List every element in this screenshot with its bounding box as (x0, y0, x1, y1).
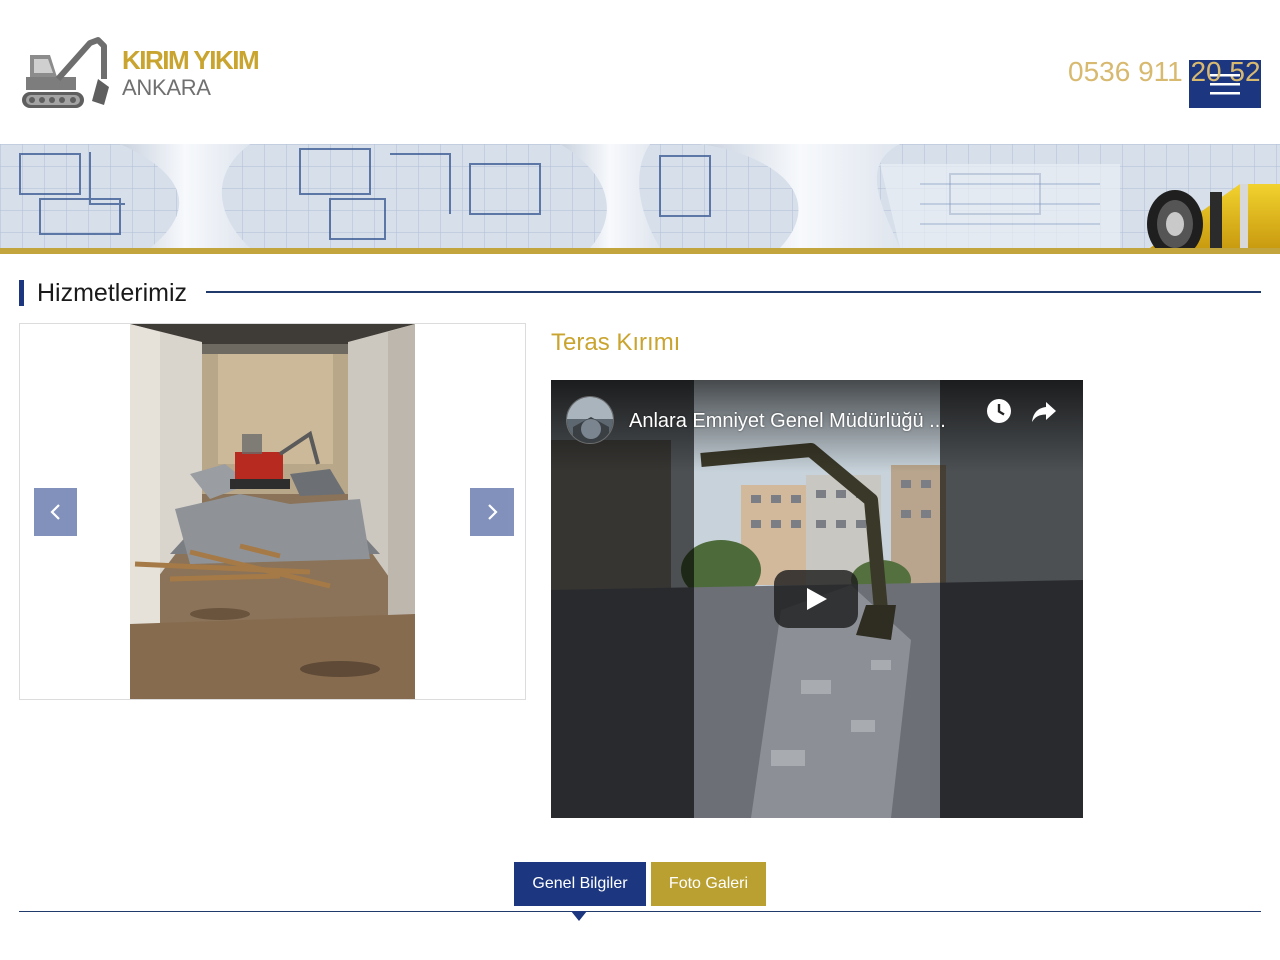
section-title: Hizmetlerimiz (37, 279, 187, 307)
play-button[interactable] (774, 570, 858, 628)
tab-divider (19, 911, 1261, 912)
logo-title: KIRIM YIKIM (122, 45, 260, 75)
tab-label: Foto Galeri (668, 875, 749, 892)
play-icon (807, 588, 827, 610)
tab-genel-bilgiler[interactable]: Genel Bilgiler (514, 862, 646, 906)
clock-icon (987, 399, 1011, 423)
logo-subtitle: ANKARA (122, 75, 211, 100)
site-logo[interactable]: KIRIM YIKIM ANKARA (20, 35, 270, 111)
section-title-accent (19, 280, 24, 306)
chevron-right-icon (488, 504, 498, 520)
video-player[interactable]: Anlara Emniyet Genel Müdürlüğü ... (551, 380, 1083, 818)
channel-avatar[interactable] (566, 396, 614, 444)
tab-foto-galeri[interactable]: Foto Galeri (651, 862, 766, 906)
slider-next-button[interactable] (470, 488, 514, 536)
section-divider (206, 291, 1261, 293)
site-header: KIRIM YIKIM ANKARA 0536 911 20 52 (0, 0, 1280, 144)
service-title: Teras Kırımı (551, 329, 681, 356)
chevron-left-icon (49, 504, 60, 520)
active-tab-indicator (571, 911, 587, 921)
tab-label: Genel Bilgiler (532, 875, 628, 892)
share-icon (1032, 402, 1056, 422)
banner-gold-strip (0, 248, 1280, 254)
page: KIRIM YIKIM ANKARA 0536 911 20 52 Hizmet… (0, 0, 1280, 960)
image-slider[interactable] (19, 323, 526, 700)
phone-number[interactable]: 0536 911 20 52 (1068, 55, 1261, 89)
slider-image (130, 324, 415, 699)
share-button[interactable] (1030, 397, 1058, 425)
video-title[interactable]: Anlara Emniyet Genel Müdürlüğü ... (629, 408, 946, 434)
header-banner (0, 144, 1280, 248)
watch-later-button[interactable] (985, 397, 1013, 425)
excavator-icon (22, 37, 109, 108)
slider-prev-button[interactable] (34, 488, 77, 536)
